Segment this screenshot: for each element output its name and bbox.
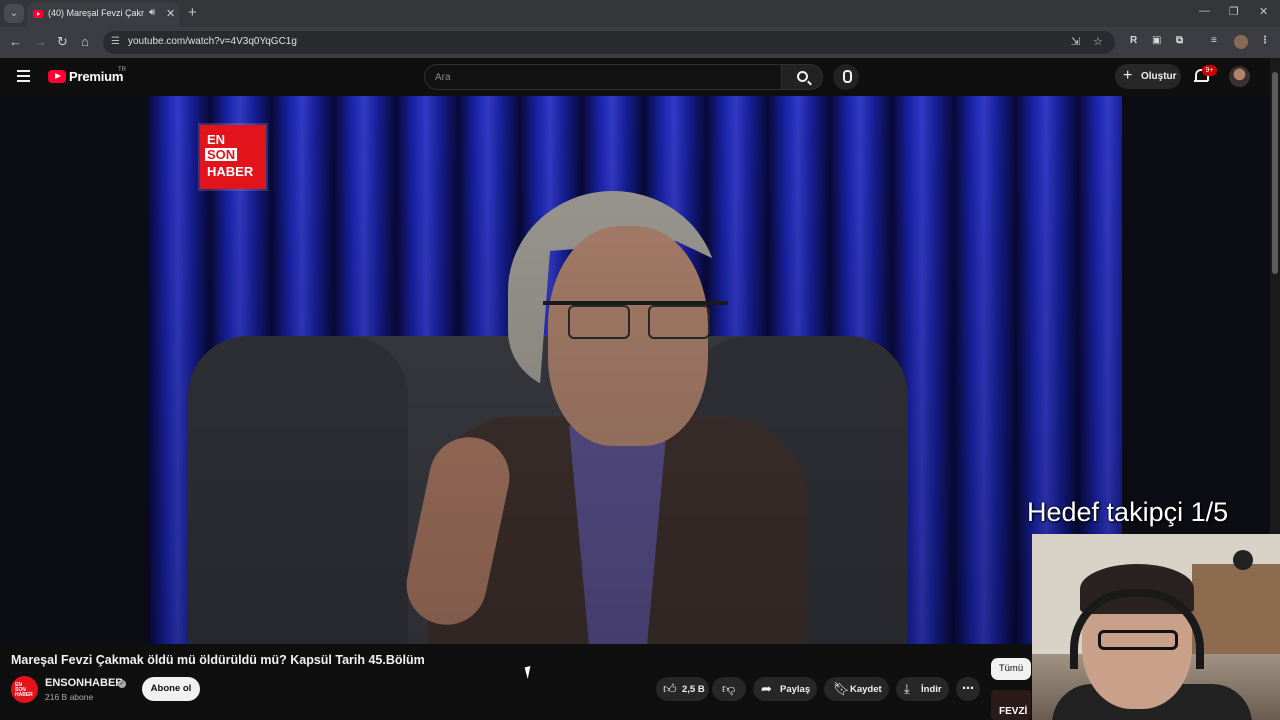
- thumbs-down-icon: 👎︎: [722, 681, 736, 696]
- watermark-line-2: SON: [205, 147, 238, 162]
- video-title: Mareşal Fevzi Çakmak öldü mü öldürüldü m…: [11, 653, 425, 667]
- extensions-puzzle-icon[interactable]: ⧉: [1176, 35, 1183, 46]
- more-actions-button[interactable]: ⋯: [956, 677, 980, 701]
- verified-badge-icon: ✓: [118, 680, 126, 688]
- browser-toolbar: ← → ↻ ⌂ ☰ youtube.com/watch?v=4V3q0YqGC1…: [0, 27, 1280, 58]
- browser-tabstrip: ⌄ (40) Mareşal Fevzi Çakmak 🔊︎ ✕ + — ❐ ✕: [0, 0, 1280, 27]
- filter-chip-all[interactable]: Tümü: [991, 658, 1031, 680]
- webcam-shelf: [1192, 564, 1280, 654]
- tab-close-icon[interactable]: ✕: [166, 7, 175, 20]
- install-app-icon[interactable]: ⇲: [1071, 35, 1080, 48]
- share-arrow-icon: ➦: [761, 681, 772, 696]
- search-icon: [797, 71, 808, 82]
- restore-icon[interactable]: ❐: [1229, 5, 1239, 18]
- logo-text[interactable]: Premium: [69, 69, 123, 84]
- channel-avatar[interactable]: EN SON HABER: [11, 676, 38, 703]
- webcam-clock-icon: [1233, 550, 1253, 570]
- country-code: TR: [118, 67, 126, 73]
- tab-title: (40) Mareşal Fevzi Çakmak: [48, 8, 144, 18]
- download-label: İndir: [921, 684, 942, 695]
- address-bar[interactable]: ☰ youtube.com/watch?v=4V3q0YqGC1g ⇲ ☆: [103, 31, 1115, 54]
- create-button[interactable]: + Oluştur: [1115, 64, 1181, 89]
- related-thumb-text: FEVZİ: [999, 706, 1028, 717]
- video-shade: [148, 96, 1122, 644]
- video-player[interactable]: EN SON HABER: [148, 96, 1122, 644]
- subscribe-button[interactable]: Abone ol: [142, 677, 200, 701]
- thumbs-up-icon: 👍︎: [663, 681, 677, 696]
- home-icon[interactable]: ⌂: [81, 34, 89, 49]
- youtube-logo-icon[interactable]: [48, 70, 66, 83]
- like-count: 2,5 B: [682, 684, 705, 695]
- window-close-icon[interactable]: ✕: [1259, 5, 1268, 18]
- share-label: Paylaş: [780, 684, 811, 695]
- streamer-webcam: [1032, 534, 1280, 720]
- notification-badge: 9+: [1202, 65, 1217, 76]
- site-info-icon[interactable]: ☰: [111, 36, 120, 47]
- plus-icon: +: [1123, 67, 1133, 84]
- voice-search-mic-icon[interactable]: [833, 64, 859, 90]
- subscriber-count: 216 B abone: [45, 692, 94, 702]
- watermark-line-1: EN: [207, 132, 226, 147]
- media-controls-icon[interactable]: ≡: [1211, 35, 1217, 46]
- share-button[interactable]: ➦ Paylaş: [753, 677, 817, 701]
- channel-name[interactable]: ENSONHABER: [45, 677, 123, 689]
- browser-profile-avatar[interactable]: [1234, 35, 1248, 49]
- tab-search-button[interactable]: ⌄: [4, 4, 24, 23]
- search-input[interactable]: Ara: [424, 64, 782, 90]
- youtube-favicon-icon: [33, 10, 43, 18]
- minimize-icon[interactable]: —: [1199, 5, 1210, 17]
- extension-r-icon[interactable]: R: [1130, 35, 1137, 46]
- new-tab-button[interactable]: +: [188, 4, 197, 21]
- back-icon[interactable]: ←: [9, 34, 22, 49]
- bookmark-star-icon[interactable]: ☆: [1093, 35, 1103, 48]
- download-icon: ⤓: [904, 681, 910, 696]
- download-button[interactable]: ⤓ İndir: [896, 677, 949, 701]
- related-video-thumbnail[interactable]: FEVZİ: [991, 690, 1031, 720]
- channel-avatar-text: EN SON HABER: [15, 682, 33, 698]
- extension-image-icon[interactable]: ▣: [1152, 35, 1161, 46]
- search-button[interactable]: [781, 64, 823, 90]
- reload-icon[interactable]: ↻: [57, 34, 68, 50]
- browser-tab-active[interactable]: (40) Mareşal Fevzi Çakmak 🔊︎ ✕: [27, 2, 179, 27]
- channel-watermark-logo: EN SON HABER: [200, 125, 266, 189]
- account-avatar[interactable]: [1229, 66, 1250, 87]
- like-button[interactable]: 👍︎ 2,5 B: [656, 677, 709, 701]
- forward-icon[interactable]: →: [34, 34, 47, 49]
- create-label: Oluştur: [1141, 71, 1177, 82]
- search-placeholder: Ara: [435, 72, 451, 83]
- watermark-line-3: HABER: [207, 164, 254, 179]
- audio-playing-icon[interactable]: 🔊︎: [149, 7, 155, 18]
- url-text[interactable]: youtube.com/watch?v=4V3q0YqGC1g: [128, 36, 297, 47]
- guide-menu-icon[interactable]: [17, 70, 30, 82]
- follower-goal-overlay: Hedef takipçi 1/5: [1027, 497, 1229, 527]
- browser-menu-icon[interactable]: ⋮: [1260, 35, 1270, 46]
- save-button[interactable]: 🔖︎ Kaydet: [824, 677, 889, 701]
- mouse-cursor-icon: [524, 664, 538, 680]
- save-label: Kaydet: [850, 684, 882, 695]
- youtube-masthead: Premium TR Ara + Oluştur 9+: [0, 58, 1270, 96]
- bookmark-icon: 🔖︎: [833, 681, 850, 696]
- scrollbar-thumb[interactable]: [1272, 72, 1278, 274]
- dislike-button[interactable]: 👎︎: [712, 677, 746, 701]
